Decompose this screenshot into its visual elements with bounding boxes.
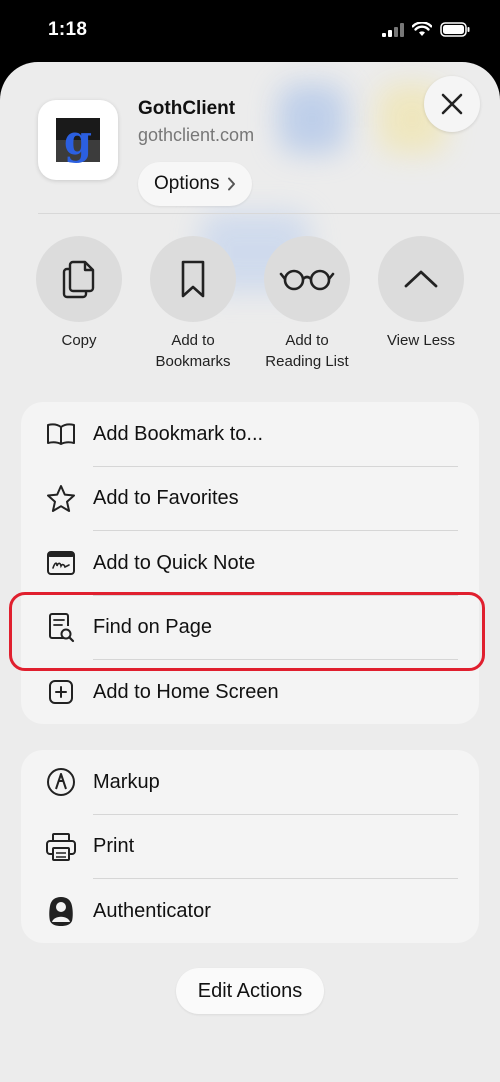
menu-item-authenticator[interactable]: Authenticator	[21, 879, 479, 944]
app-icon: g	[38, 100, 118, 180]
background-blur	[278, 84, 346, 154]
chevron-right-icon	[227, 177, 236, 191]
battery-icon	[440, 22, 470, 37]
app-url: gothclient.com	[138, 125, 255, 145]
close-button[interactable]	[424, 76, 480, 132]
menu-item-label: Add to Home Screen	[93, 680, 279, 703]
menu-group-primary: Add Bookmark to... Add to Favorites Add …	[21, 402, 479, 724]
gothclient-logo-icon: g	[56, 117, 100, 164]
menu-item-add-bookmark-to[interactable]: Add Bookmark to...	[21, 402, 479, 467]
book-icon	[45, 418, 77, 450]
action-add-to-bookmarks[interactable]: Add to Bookmarks	[136, 236, 250, 372]
wifi-icon	[412, 22, 432, 37]
action-copy[interactable]: Copy	[22, 236, 136, 351]
options-label: Options	[154, 173, 220, 194]
highlight-box	[9, 592, 485, 671]
menu-item-label: Add to Quick Note	[93, 551, 256, 574]
menu-group-secondary: Markup Print Authenticator	[21, 750, 479, 943]
glasses-icon	[279, 267, 335, 291]
action-label: Add to Reading List	[265, 332, 349, 370]
menu-item-markup[interactable]: Markup	[21, 750, 479, 815]
cellular-signal-icon	[382, 22, 404, 37]
share-sheet: g GothClient gothclient.com Options Copy	[0, 62, 500, 1082]
chevron-up-icon	[403, 268, 439, 290]
plus-square-icon	[45, 676, 77, 708]
close-icon	[441, 93, 463, 115]
logo-letter: g	[64, 117, 92, 164]
action-label: Add to Bookmarks	[155, 332, 231, 370]
star-icon	[45, 483, 77, 515]
bookmark-icon	[179, 259, 207, 299]
action-label: Copy	[61, 332, 97, 349]
menu-item-print[interactable]: Print	[21, 815, 479, 879]
quick-note-icon	[45, 547, 77, 579]
authenticator-icon	[45, 895, 77, 927]
options-button[interactable]: Options	[138, 162, 253, 206]
markup-icon	[45, 766, 77, 798]
status-time: 1:18	[48, 19, 88, 40]
app-name: GothClient	[138, 98, 236, 119]
printer-icon	[45, 831, 77, 863]
menu-item-label: Authenticator	[93, 899, 211, 922]
header-divider	[38, 213, 500, 214]
action-view-less[interactable]: View Less	[364, 236, 478, 351]
action-add-to-reading-list[interactable]: Add to Reading List	[250, 236, 364, 372]
menu-item-label: Markup	[93, 770, 160, 793]
action-label: View Less	[386, 332, 456, 349]
menu-item-add-to-quick-note[interactable]: Add to Quick Note	[21, 531, 479, 596]
menu-item-add-to-favorites[interactable]: Add to Favorites	[21, 467, 479, 531]
menu-item-label: Print	[93, 835, 135, 858]
edit-actions-button[interactable]: Edit Actions	[176, 968, 324, 1014]
copy-icon	[61, 258, 97, 300]
menu-item-label: Add to Favorites	[93, 487, 239, 510]
status-bar: 1:18	[0, 0, 500, 62]
status-icons	[382, 22, 470, 37]
menu-item-label: Add Bookmark to...	[93, 422, 264, 445]
